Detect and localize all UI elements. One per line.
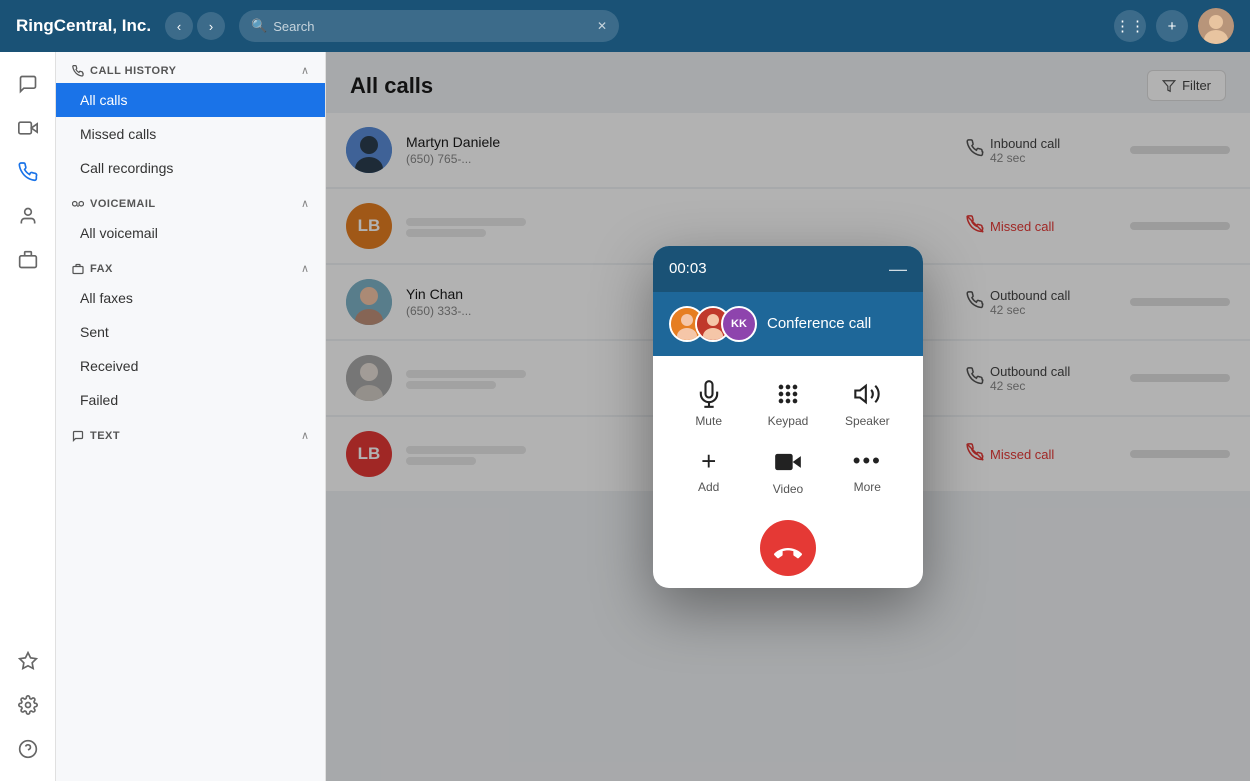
app-header: RingCentral, Inc. ‹ › 🔍 ✕ ⋮⋮ + — [0, 0, 1250, 52]
fax-arrow: ∧ — [301, 262, 309, 275]
add-label: Add — [698, 480, 719, 494]
end-call-button[interactable] — [760, 520, 816, 576]
video-label: Video — [773, 482, 803, 496]
participant-avatar-3: KK — [721, 306, 757, 342]
conference-label: Conference call — [767, 315, 871, 332]
call-history-arrow: ∧ — [301, 64, 309, 77]
search-bar: 🔍 ✕ — [239, 10, 619, 42]
sidebar-icon-contacts[interactable] — [8, 196, 48, 236]
controls-row-1: Mute Keypad — [669, 380, 907, 428]
avatar[interactable] — [1198, 8, 1234, 44]
sidebar-item-all-faxes[interactable]: All faxes — [56, 281, 325, 315]
call-modal-header: 00:03 — — [653, 246, 923, 292]
sidebar-item-all-voicemail[interactable]: All voicemail — [56, 216, 325, 250]
call-history-section-header[interactable]: CALL HISTORY ∧ — [56, 52, 325, 83]
sidebar-icon-video[interactable] — [8, 108, 48, 148]
app-logo: RingCentral, Inc. — [16, 16, 151, 36]
forward-button[interactable]: › — [197, 12, 225, 40]
mute-button[interactable]: Mute — [679, 380, 739, 428]
speaker-label: Speaker — [845, 414, 890, 428]
sidebar-item-call-recordings[interactable]: Call recordings — [56, 151, 325, 185]
more-button[interactable]: ••• More — [837, 448, 897, 494]
keypad-button[interactable]: Keypad — [758, 380, 818, 428]
sidebar-bottom — [8, 641, 48, 781]
voicemail-section-header[interactable]: VOICEMAIL ∧ — [56, 185, 325, 216]
text-title: TEXT — [72, 430, 120, 442]
fax-section-header[interactable]: FAX ∧ — [56, 250, 325, 281]
grid-button[interactable]: ⋮⋮ — [1114, 10, 1146, 42]
call-modal-controls: Mute Keypad — [653, 356, 923, 520]
sidebar-item-sent[interactable]: Sent — [56, 315, 325, 349]
call-history-title: CALL HISTORY — [72, 65, 176, 77]
more-label: More — [854, 480, 881, 494]
main-layout: CALL HISTORY ∧ All calls Missed calls Ca… — [0, 52, 1250, 781]
add-button[interactable]: + — [1156, 10, 1188, 42]
add-button[interactable]: + Add — [679, 448, 739, 494]
text-arrow: ∧ — [301, 429, 309, 442]
sidebar-item-all-calls[interactable]: All calls — [56, 83, 325, 117]
voicemail-title: VOICEMAIL — [72, 198, 156, 210]
conference-section: KK Conference call — [653, 292, 923, 356]
keypad-label: Keypad — [768, 414, 809, 428]
voicemail-arrow: ∧ — [301, 197, 309, 210]
mute-label: Mute — [695, 414, 722, 428]
end-call-row — [653, 520, 923, 588]
sidebar-icon-settings[interactable] — [8, 685, 48, 725]
call-modal: 00:03 — — [653, 246, 923, 588]
sidebar-item-missed-calls[interactable]: Missed calls — [56, 117, 325, 151]
call-timer: 00:03 — [669, 260, 707, 277]
search-clear-button[interactable]: ✕ — [597, 19, 607, 33]
sidebar-icon-phone[interactable] — [8, 152, 48, 192]
fax-title: FAX — [72, 263, 113, 275]
sidebar-icon-chat[interactable] — [8, 64, 48, 104]
call-modal-overlay: 00:03 — — [326, 52, 1250, 781]
sidebar-icon-plugins[interactable] — [8, 641, 48, 681]
speaker-button[interactable]: Speaker — [837, 380, 897, 428]
sidebar-item-received[interactable]: Received — [56, 349, 325, 383]
sidebar-icon-help[interactable] — [8, 729, 48, 769]
minimize-button[interactable]: — — [889, 260, 907, 278]
sidebar-item-failed[interactable]: Failed — [56, 383, 325, 417]
back-button[interactable]: ‹ — [165, 12, 193, 40]
content-area: All calls Filter Martyn D — [326, 52, 1250, 781]
nav-sidebar: CALL HISTORY ∧ All calls Missed calls Ca… — [56, 52, 326, 781]
header-right: ⋮⋮ + — [1114, 8, 1234, 44]
search-icon: 🔍 — [251, 18, 267, 34]
text-section-header[interactable]: TEXT ∧ — [56, 417, 325, 448]
conference-avatars: KK — [669, 306, 757, 342]
search-input[interactable] — [273, 19, 597, 34]
icon-sidebar — [0, 52, 56, 781]
sidebar-icon-fax[interactable] — [8, 240, 48, 280]
video-button[interactable]: Video — [758, 448, 818, 496]
controls-row-2: + Add Video ••• More — [669, 448, 907, 496]
